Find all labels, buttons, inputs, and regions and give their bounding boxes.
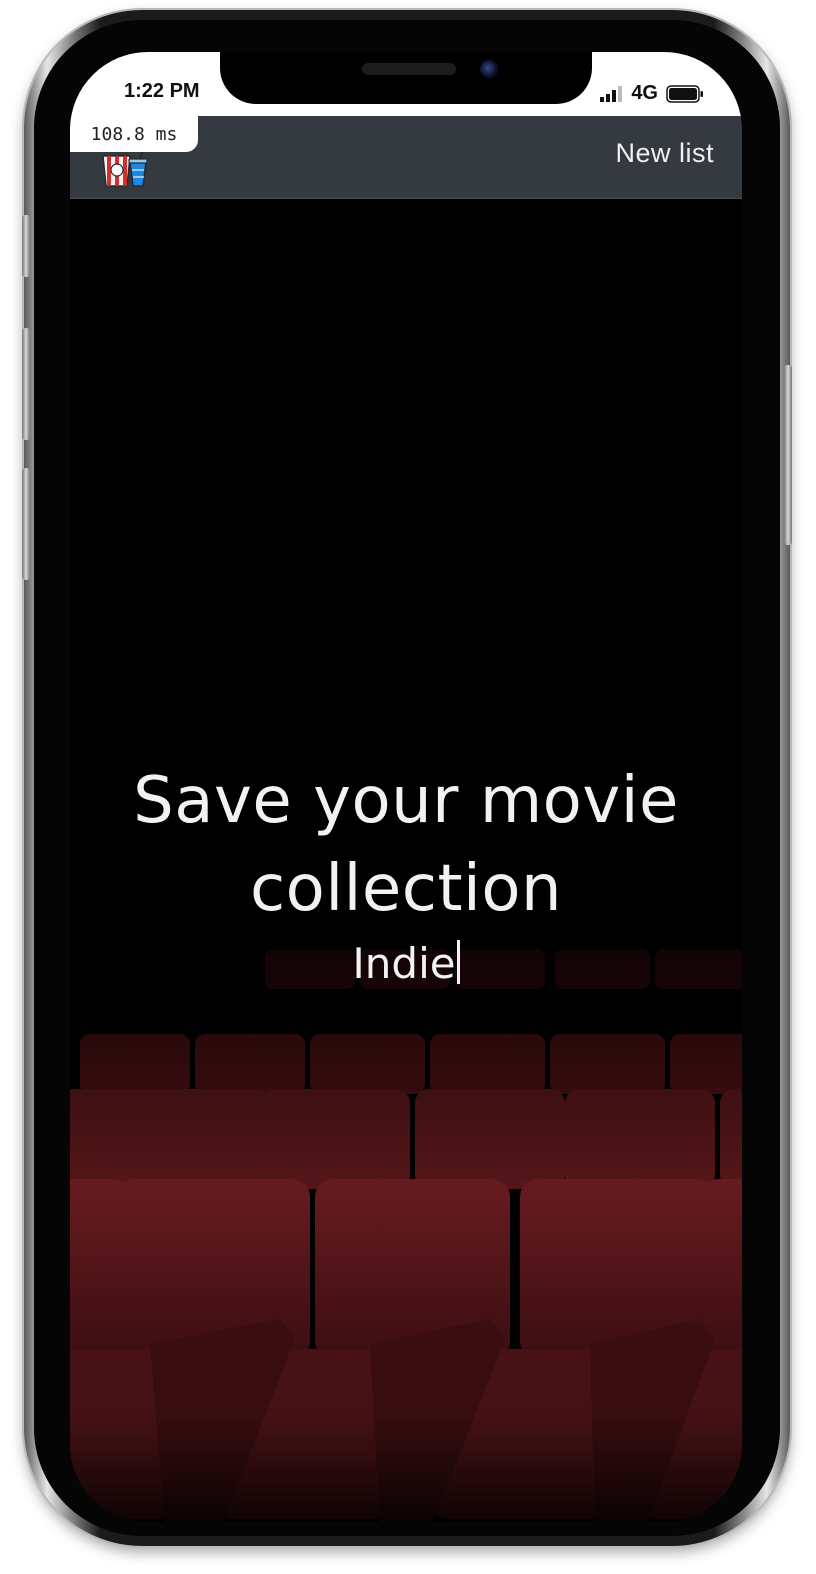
battery-full-icon [666, 84, 703, 103]
hero-title: Save your movie collection [133, 764, 679, 926]
volume-up-button [22, 328, 30, 440]
front-camera [480, 60, 498, 78]
new-list-link[interactable]: New list [615, 138, 714, 169]
cellular-signal-icon [600, 85, 623, 102]
network-type: 4G [631, 82, 658, 104]
render-time-badge: 108.8 ms [70, 116, 198, 152]
power-button [784, 365, 792, 545]
popcorn-soda-logo-icon[interactable] [100, 148, 152, 188]
status-indicators: 4G [599, 82, 704, 105]
silent-switch [22, 215, 30, 277]
phone-screen: 1:22 PM 4G 108.8 ms New list Save your m… [70, 52, 742, 1522]
earpiece-speaker [362, 63, 456, 75]
camera-notch [220, 52, 592, 104]
typed-word: Indie [352, 939, 456, 988]
status-time: 1:22 PM [124, 80, 200, 102]
typewriter-text: Indie [70, 939, 742, 988]
text-cursor [456, 940, 460, 984]
hero-section: Save your movie collection Indie [70, 199, 742, 1522]
volume-down-button [22, 468, 30, 580]
top-navbar: 108.8 ms New list [70, 116, 742, 199]
